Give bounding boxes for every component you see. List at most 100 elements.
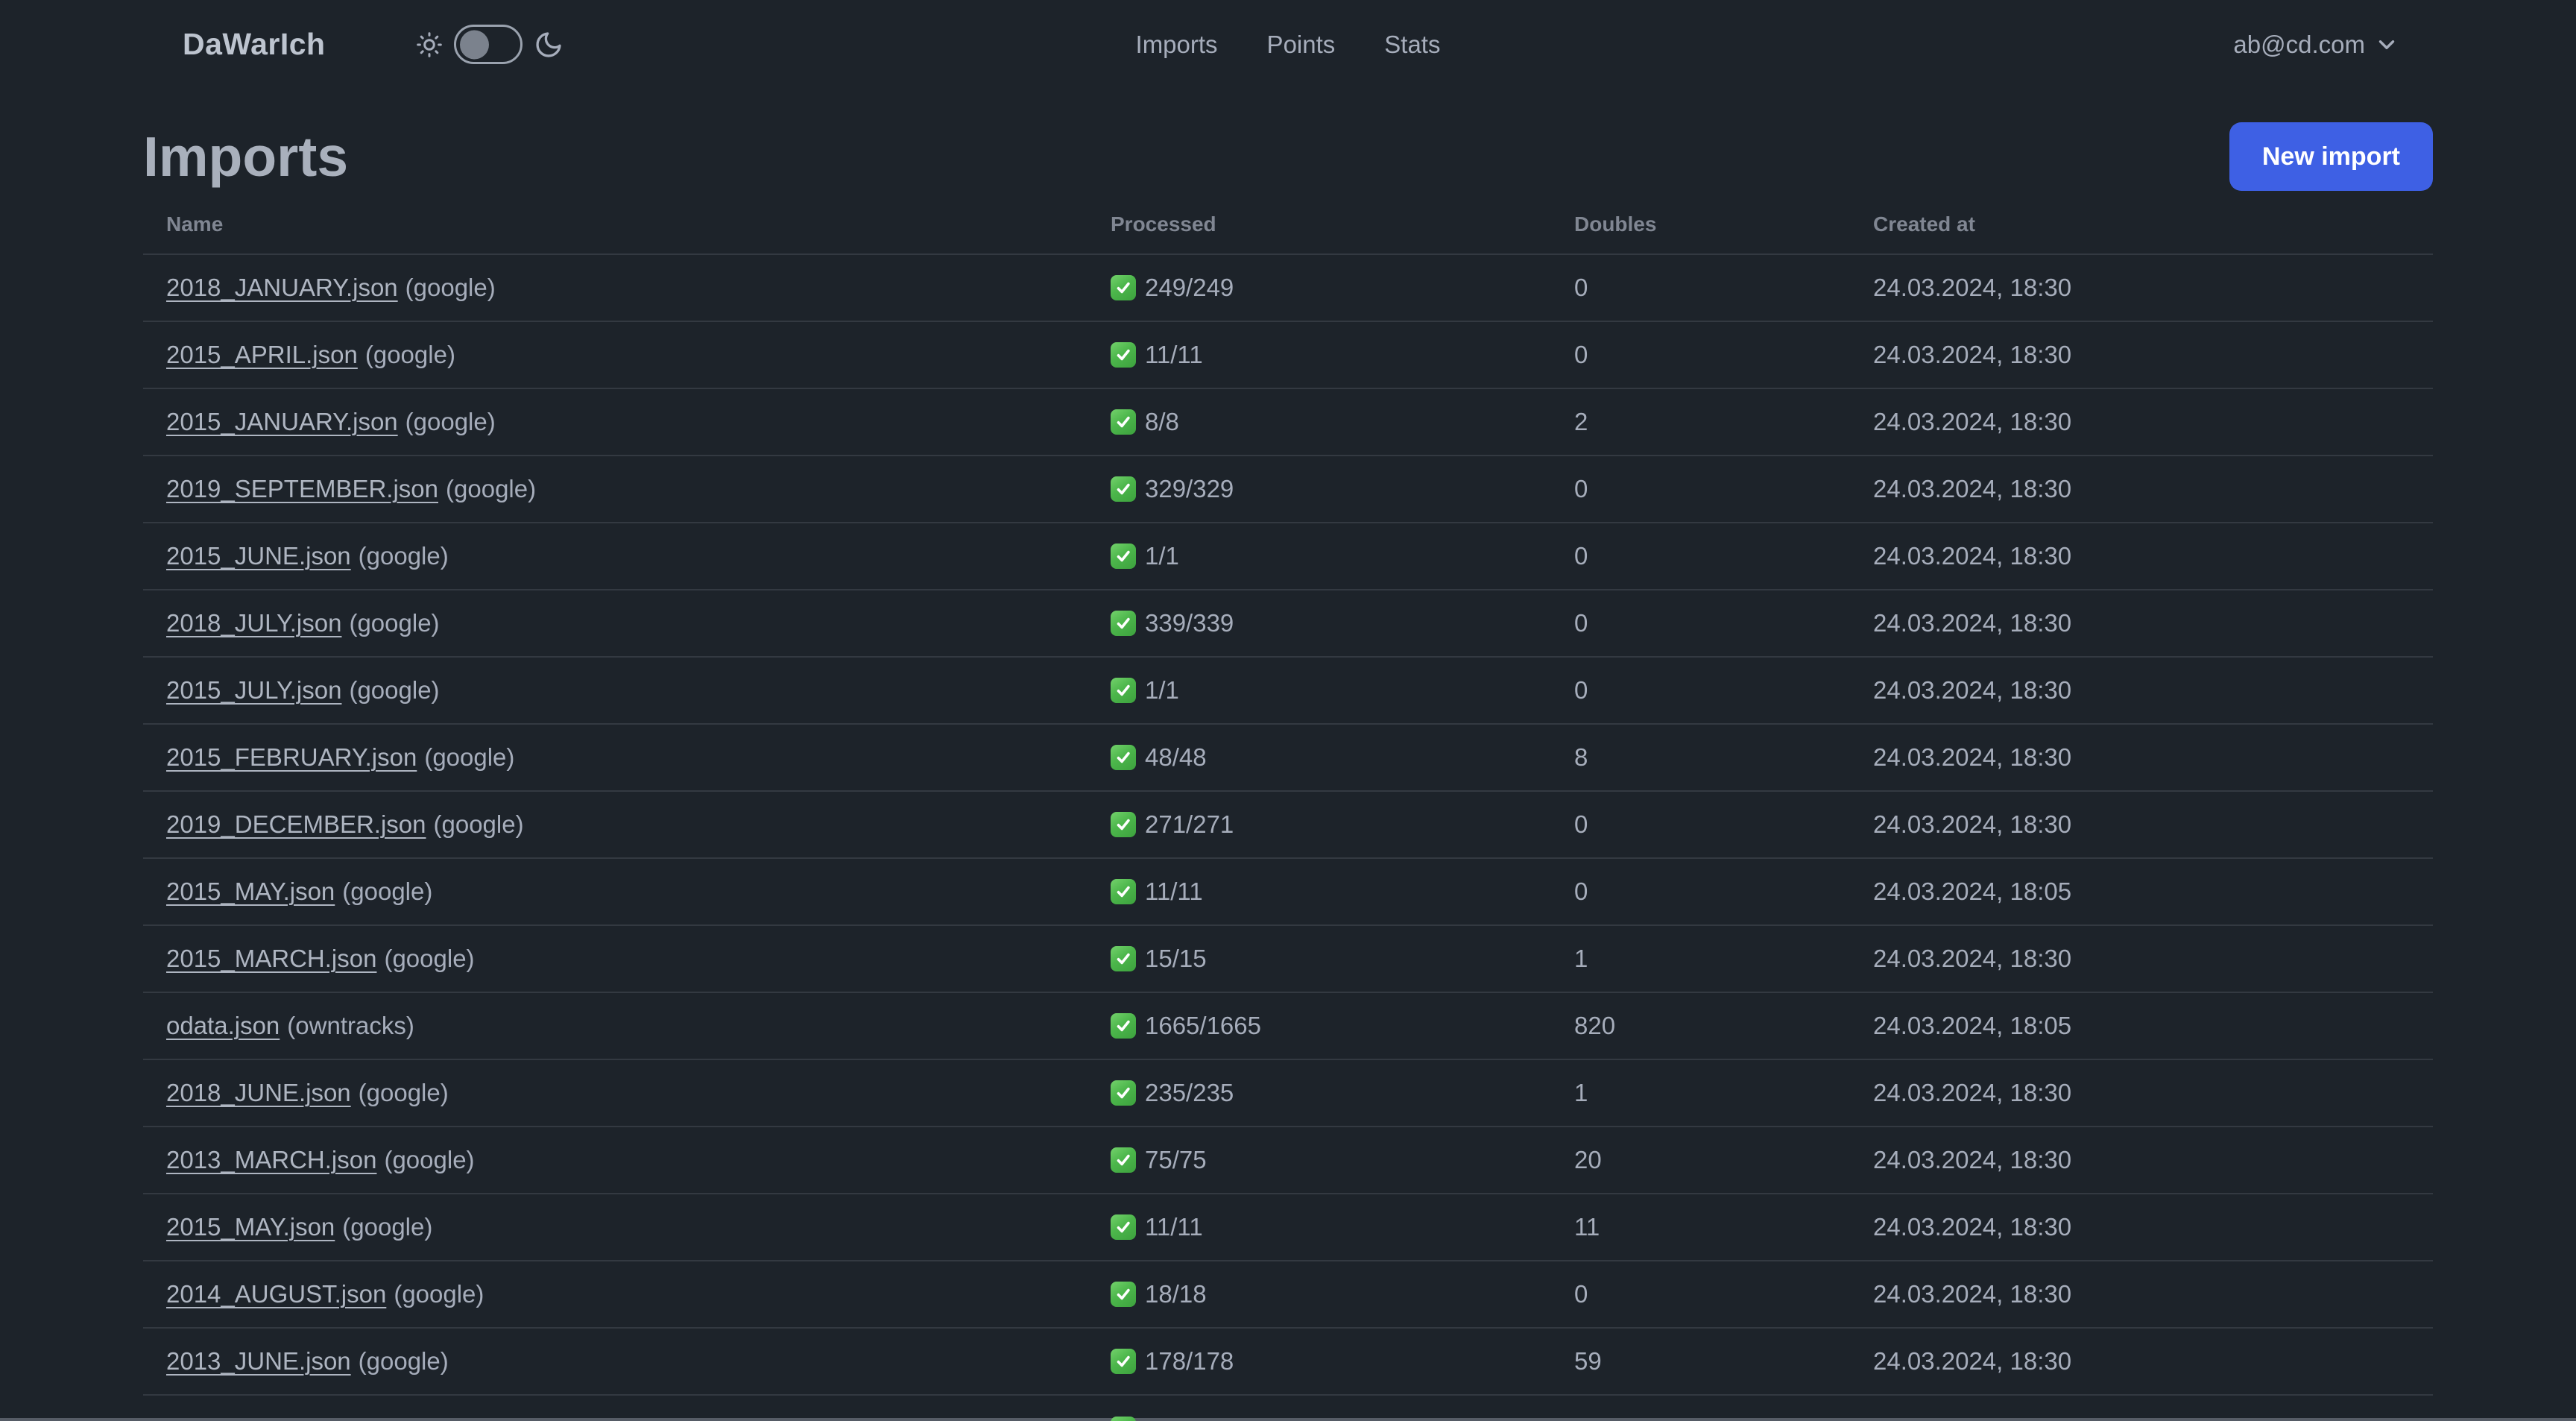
doubles-count: 0	[1574, 1280, 1588, 1308]
doubles-count	[1574, 1395, 1873, 1421]
imports-page: Imports New import Name Processed Double…	[143, 89, 2433, 1421]
doubles-count: 2	[1574, 408, 1588, 435]
import-file-link[interactable]: 2018_JULY.json	[166, 609, 341, 637]
import-name-cell: 2013_MARCH.json (google)	[143, 1127, 1111, 1194]
brand-logo[interactable]: DaWarIch	[183, 27, 326, 62]
import-source-label: (google)	[342, 1213, 433, 1241]
import-name-cell: odata.json (owntracks)	[143, 992, 1111, 1059]
check-success-icon	[1111, 678, 1136, 703]
processed-count: 15/15	[1145, 945, 1207, 972]
new-import-button[interactable]: New import	[2229, 122, 2433, 191]
import-file-link[interactable]: 2019_SEPTEMBER.json	[166, 475, 438, 502]
processed-count: 8/8	[1145, 408, 1179, 435]
import-source-label: (google)	[358, 1347, 449, 1375]
import-source-label: (google)	[424, 743, 515, 771]
import-row: 2013_MARCH.json (google) 75/75 20 24.03.2…	[143, 1127, 2433, 1194]
import-row: 2015_JULY.json (google) 1/1 0 24.03.2024,…	[143, 657, 2433, 724]
doubles-count: 0	[1574, 341, 1588, 368]
import-name-cell: 2014_AUGUST.json (google)	[143, 1261, 1111, 1328]
doubles-count: 820	[1574, 1012, 1616, 1039]
created-at: 24.03.2024, 18:30	[1873, 1079, 2072, 1106]
created-at: 24.03.2024, 18:30	[1873, 408, 2072, 435]
import-row: 2015_JUNE.json (google) 1/1 0 24.03.2024,…	[143, 523, 2433, 590]
import-file-link[interactable]: 2015_JULY.json	[166, 676, 341, 704]
import-file-link[interactable]: 2015_MAY.json	[166, 1213, 335, 1241]
column-header-created-at: Created at	[1873, 212, 1975, 236]
import-processed-cell: 11/11	[1111, 321, 1574, 388]
import-file-link[interactable]: 2019_DECEMBER.json	[166, 810, 426, 838]
import-name-cell: 2018_JANUARY.json (google)	[143, 254, 1111, 321]
created-at: 24.03.2024, 18:30	[1873, 542, 2072, 570]
import-file-link[interactable]: 2013_JUNE.json	[166, 1347, 351, 1375]
doubles-count: 0	[1574, 676, 1588, 704]
import-source-label: (google)	[364, 341, 455, 368]
navbar: DaWarIch Imports Points Stats ab@cd.com	[0, 0, 2576, 89]
import-name-cell: 2019_DECEMBER.json (google)	[143, 791, 1111, 858]
import-file-link[interactable]: 2018_JANUARY.json	[166, 274, 398, 301]
user-email: ab@cd.com	[2233, 30, 2365, 58]
processed-count: 271/271	[1145, 810, 1234, 838]
import-name-cell: 2015_JANUARY.json (google)	[143, 388, 1111, 456]
processed-count: 339/339	[1145, 609, 1234, 637]
import-file-link[interactable]: 2015_APRIL.json	[166, 341, 358, 368]
doubles-count: 11	[1574, 1213, 1600, 1241]
processed-count: 249/249	[1145, 274, 1234, 301]
created-at: 24.03.2024, 18:30	[1873, 274, 2072, 301]
created-at: 24.03.2024, 18:30	[1873, 1146, 2072, 1173]
import-processed-cell: 18/18	[1111, 1261, 1574, 1328]
import-file-link[interactable]: 2013_MARCH.json	[166, 1146, 376, 1173]
doubles-count: 20	[1574, 1146, 1602, 1173]
import-file-link[interactable]: 2014_AUGUST.json	[166, 1280, 386, 1308]
nav-item-imports[interactable]: Imports	[1136, 31, 1218, 59]
created-at: 24.03.2024, 18:30	[1873, 475, 2072, 502]
import-name-cell: 2015_MAY.json (google)	[143, 1194, 1111, 1261]
sun-icon	[416, 31, 443, 58]
import-file-link[interactable]: 2015_MAY.json	[166, 878, 335, 905]
import-source-label: (google)	[342, 878, 433, 905]
user-menu[interactable]: ab@cd.com	[2233, 31, 2399, 59]
check-success-icon	[1111, 1214, 1136, 1240]
doubles-count: 0	[1574, 475, 1588, 502]
import-file-link[interactable]: 2015_JUNE.json	[166, 542, 351, 570]
page-title: Imports	[143, 125, 349, 188]
import-file-link[interactable]: odata.json	[166, 1012, 280, 1039]
import-source-label: (google)	[405, 408, 496, 435]
import-row: 2013_JUNE.json (google) 178/178 59 24.03.…	[143, 1328, 2433, 1395]
import-source-label: (google)	[358, 1079, 449, 1106]
import-processed-cell	[1111, 1395, 1574, 1421]
theme-switch[interactable]	[453, 25, 523, 64]
doubles-count: 0	[1574, 542, 1588, 570]
import-file-link[interactable]: 2015_FEBRUARY.json	[166, 743, 417, 771]
import-file-link[interactable]: 2018_JUNE.json	[166, 1079, 351, 1106]
check-success-icon	[1111, 1416, 1136, 1421]
import-source-label: (google)	[384, 945, 475, 972]
check-success-icon	[1111, 1349, 1136, 1374]
import-source-label: (google)	[384, 1146, 475, 1173]
import-source-label: (google)	[394, 1280, 484, 1308]
import-row: 2018_JUNE.json (google) 235/235 1 24.03.2…	[143, 1059, 2433, 1127]
imports-table-head: Name Processed Doubles Created at	[143, 195, 2433, 254]
import-row: 2015_MAY.json (google) 11/11 0 24.03.2024…	[143, 858, 2433, 925]
import-processed-cell: 1/1	[1111, 657, 1574, 724]
processed-count: 11/11	[1145, 1213, 1203, 1241]
check-success-icon	[1111, 1013, 1136, 1039]
import-name-cell: 2015_APRIL.json (google)	[143, 321, 1111, 388]
check-success-icon	[1111, 1147, 1136, 1173]
import-file-link[interactable]: 2015_MARCH.json	[166, 945, 376, 972]
import-processed-cell: 235/235	[1111, 1059, 1574, 1127]
main-nav: Imports Points Stats	[1136, 31, 1441, 59]
nav-item-stats[interactable]: Stats	[1384, 31, 1440, 59]
import-row: 2014_AUGUST.json (google) 18/18 0 24.03.2…	[143, 1261, 2433, 1328]
import-processed-cell: 11/11	[1111, 858, 1574, 925]
check-success-icon	[1111, 1080, 1136, 1106]
processed-count: 48/48	[1145, 743, 1207, 771]
nav-item-points[interactable]: Points	[1267, 31, 1336, 59]
processed-count: 178/178	[1145, 1347, 1234, 1375]
theme-switch-knob	[459, 30, 489, 59]
import-row: 2015_MARCH.json (google) 15/15 1 24.03.20…	[143, 925, 2433, 992]
import-file-link[interactable]: 2015_JANUARY.json	[166, 408, 398, 435]
check-success-icon	[1111, 275, 1136, 300]
import-processed-cell: 1665/1665	[1111, 992, 1574, 1059]
import-processed-cell: 271/271	[1111, 791, 1574, 858]
import-processed-cell: 249/249	[1111, 254, 1574, 321]
